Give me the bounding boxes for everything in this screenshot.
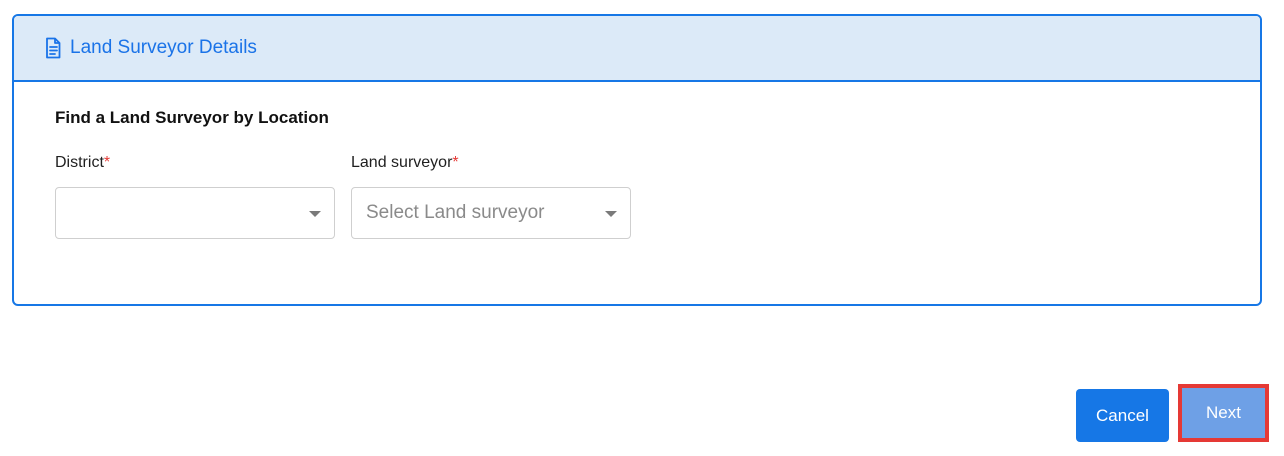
- next-button[interactable]: Next: [1182, 388, 1265, 438]
- district-required-marker: *: [103, 154, 111, 171]
- land-surveyor-required-marker: *: [452, 154, 459, 171]
- card-body: Find a Land Surveyor by Location Distric…: [14, 82, 1260, 304]
- card-title: Land Surveyor Details: [70, 37, 257, 58]
- land-surveyor-label-text: Land surveyor: [351, 154, 453, 171]
- card-header: Land Surveyor Details: [14, 16, 1260, 82]
- chevron-down-icon: [605, 211, 617, 217]
- cancel-button[interactable]: Cancel: [1076, 389, 1169, 442]
- land-surveyor-details-card: Land Surveyor Details Find a Land Survey…: [12, 14, 1262, 306]
- section-title: Find a Land Surveyor by Location: [55, 108, 329, 127]
- district-select[interactable]: [55, 187, 335, 239]
- chevron-down-icon: [309, 211, 321, 217]
- document-icon: [44, 37, 62, 59]
- district-label: District*: [55, 153, 110, 173]
- district-label-text: District: [55, 154, 104, 171]
- land-surveyor-select[interactable]: Select Land surveyor: [351, 187, 631, 239]
- land-surveyor-placeholder: Select Land surveyor: [366, 202, 545, 223]
- land-surveyor-label: Land surveyor*: [351, 153, 459, 173]
- page: Land Surveyor Details Find a Land Survey…: [0, 0, 1284, 456]
